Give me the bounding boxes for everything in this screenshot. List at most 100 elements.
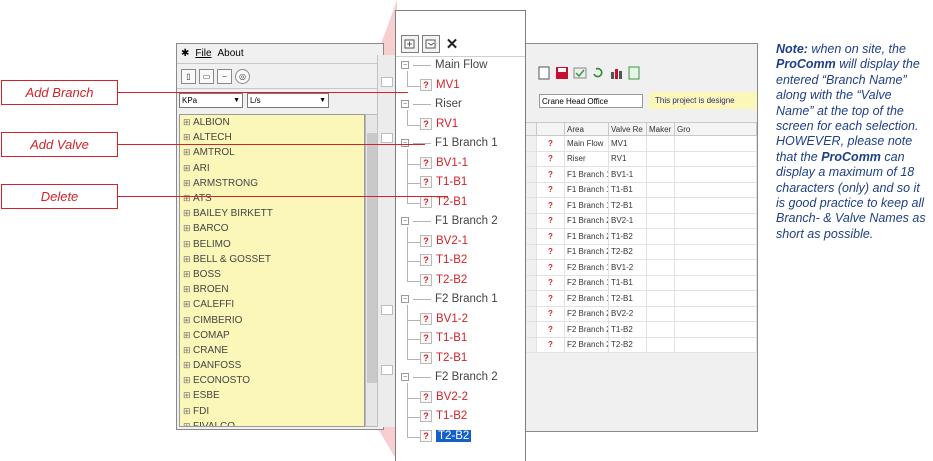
collapse-icon[interactable]: − <box>401 217 409 225</box>
menu-about[interactable]: About <box>218 48 244 59</box>
scrollbar-thumb[interactable] <box>367 133 377 383</box>
manufacturer-item[interactable]: ⊞ BELIMO <box>180 237 364 252</box>
table-row[interactable]: ? F1 Branch 2 T1-B2 <box>515 229 757 245</box>
column-header[interactable]: Area <box>565 123 609 135</box>
add-branch-button[interactable] <box>401 34 419 53</box>
table-row[interactable]: ? Riser RV1 <box>515 151 757 167</box>
table-row[interactable]: ? F2 Branch 1 BV1-2 <box>515 260 757 276</box>
collapse-icon[interactable]: − <box>401 100 409 108</box>
refresh-icon[interactable] <box>591 66 605 80</box>
manufacturer-item[interactable]: ⊞ AMTROL <box>180 145 364 160</box>
table-row[interactable]: ? F1 Branch 1 BV1-1 <box>515 167 757 183</box>
manufacturer-item[interactable]: ⊞ BARCO <box>180 221 364 236</box>
expand-icon[interactable]: ⊞ <box>183 193 193 204</box>
manufacturer-item[interactable]: ⊞ FIVALCO <box>180 419 364 426</box>
manufacturer-item[interactable]: ⊞ CALEFFI <box>180 297 364 312</box>
tree-valve-node[interactable]: ? T2-B1 <box>420 351 467 364</box>
disc-icon[interactable]: ◎ <box>235 68 250 84</box>
collapse-icon[interactable]: − <box>401 139 409 147</box>
expand-icon[interactable]: ⊞ <box>183 223 193 234</box>
expand-icon[interactable]: ⊞ <box>183 421 193 426</box>
tree-valve-node[interactable]: ? T2-B2 <box>420 273 467 286</box>
expand-icon[interactable]: ⊞ <box>183 406 193 417</box>
expand-icon[interactable]: ⊞ <box>183 299 193 310</box>
tree-valve-node[interactable]: ? T2-B2 <box>420 429 472 442</box>
expand-icon[interactable]: ⊞ <box>183 284 193 295</box>
tree-valve-node[interactable]: ? RV1 <box>420 117 458 130</box>
expand-icon[interactable]: ⊞ <box>183 254 193 265</box>
expand-icon[interactable]: ⊞ <box>183 315 193 326</box>
manufacturer-item[interactable]: ⊞ BAILEY BIRKETT <box>180 206 364 221</box>
manufacturer-item[interactable]: ⊞ ATS <box>180 191 364 206</box>
expand-icon[interactable]: ⊞ <box>183 269 193 280</box>
pressure-unit-select[interactable]: KPa ▼ <box>179 93 243 108</box>
strip-button[interactable] <box>381 133 393 143</box>
probe-icon[interactable]: ▯ <box>181 68 196 84</box>
collapse-icon[interactable]: − <box>401 373 409 381</box>
tree-valve-node[interactable]: ? T1-B1 <box>420 176 467 188</box>
check-icon[interactable] <box>573 66 587 80</box>
flow-unit-select[interactable]: L/s ▼ <box>247 93 329 108</box>
report-icon[interactable] <box>627 66 641 80</box>
manufacturer-item[interactable]: ⊞ ARMSTRONG <box>180 176 364 191</box>
manufacturer-item[interactable]: ⊞ BROEN <box>180 282 364 297</box>
save-icon[interactable] <box>555 66 569 80</box>
column-header[interactable]: Valve Re <box>609 123 647 135</box>
tree-valve-node[interactable]: ? BV1-1 <box>420 156 468 169</box>
manufacturer-item[interactable]: ⊞ CIMBERIO <box>180 312 364 327</box>
tree-valve-node[interactable]: ? BV2-2 <box>420 390 468 403</box>
manufacturer-item[interactable]: ⊞ ALBION <box>180 115 364 130</box>
collapse-icon[interactable]: − <box>401 61 409 69</box>
strip-button[interactable] <box>381 365 393 375</box>
tree-valve-node[interactable]: ? BV2-1 <box>420 234 468 247</box>
manufacturer-item[interactable]: ⊞ CRANE <box>180 343 364 358</box>
manufacturer-item[interactable]: ⊞ BOSS <box>180 267 364 282</box>
strip-button[interactable] <box>381 305 393 315</box>
manufacturer-item[interactable]: ⊞ ESBE <box>180 388 364 403</box>
expand-icon[interactable]: ⊞ <box>183 163 193 174</box>
expand-icon[interactable]: ⊞ <box>183 390 193 401</box>
project-name-field[interactable]: Crane Head Office <box>539 94 643 108</box>
manufacturer-item[interactable]: ⊞ FDI <box>180 404 364 419</box>
expand-icon[interactable]: ⊞ <box>183 117 193 128</box>
table-row[interactable]: ? F2 Branch 2 T1-B2 <box>515 322 757 338</box>
tree-branch-node[interactable]: − Riser <box>401 98 462 110</box>
tree-branch-node[interactable]: − F2 Branch 1 <box>401 293 498 305</box>
table-row[interactable]: ? F2 Branch 2 BV2-2 <box>515 306 757 322</box>
table-row[interactable]: ? F1 Branch 1 T1-B1 <box>515 182 757 198</box>
add-valve-button[interactable] <box>422 34 440 53</box>
expand-icon[interactable]: ⊞ <box>183 132 193 143</box>
expand-icon[interactable]: ⊞ <box>183 360 193 371</box>
table-row[interactable]: ? Main Flow MV1 <box>515 136 757 152</box>
tree-valve-node[interactable]: ? BV1-2 <box>420 312 468 325</box>
column-header[interactable]: Gro <box>675 123 757 135</box>
delete-button[interactable]: ✕ <box>443 35 461 53</box>
manufacturer-item[interactable]: ⊞ DANFOSS <box>180 358 364 373</box>
page-icon[interactable] <box>537 66 551 80</box>
table-row[interactable]: ? F1 Branch 1 T2-B1 <box>515 198 757 214</box>
tree-branch-node[interactable]: − F1 Branch 1 <box>401 137 498 149</box>
tree-valve-node[interactable]: ? T1-B2 <box>420 410 467 422</box>
expand-icon[interactable]: ⊞ <box>183 375 193 386</box>
connect-icon[interactable]: ▭ <box>199 68 214 84</box>
manufacturer-list[interactable]: ⊞ ALBION ⊞ ALTECH ⊞ AMTROL ⊞ ARI ⊞ ARMSTRONG ⊞ ATS ⊞… <box>179 114 365 427</box>
bar-chart-icon[interactable] <box>609 66 623 80</box>
table-row[interactable]: ? F2 Branch 1 T1-B1 <box>515 275 757 291</box>
expand-icon[interactable]: ⊞ <box>183 178 193 189</box>
strip-button[interactable] <box>381 77 393 87</box>
tree-valve-node[interactable]: ? MV1 <box>420 78 460 91</box>
manufacturer-item[interactable]: ⊞ COMAP <box>180 328 364 343</box>
manufacturer-item[interactable]: ⊞ ECONOSTO <box>180 373 364 388</box>
minus-icon[interactable]: − <box>217 68 232 84</box>
table-row[interactable]: ? F1 Branch 2 BV2-1 <box>515 213 757 229</box>
tree-branch-node[interactable]: − F1 Branch 2 <box>401 215 498 227</box>
table-row[interactable]: ? F2 Branch 2 T2-B2 <box>515 337 757 353</box>
expand-icon[interactable]: ⊞ <box>183 345 193 356</box>
manufacturer-item[interactable]: ⊞ BELL & GOSSET <box>180 252 364 267</box>
expand-icon[interactable]: ⊞ <box>183 208 193 219</box>
tree-branch-node[interactable]: − F2 Branch 2 <box>401 371 498 383</box>
table-row[interactable]: ? F1 Branch 2 T2-B2 <box>515 244 757 260</box>
manufacturer-item[interactable]: ⊞ ARI <box>180 161 364 176</box>
expand-icon[interactable]: ⊞ <box>183 330 193 341</box>
expand-icon[interactable]: ⊞ <box>183 147 193 158</box>
